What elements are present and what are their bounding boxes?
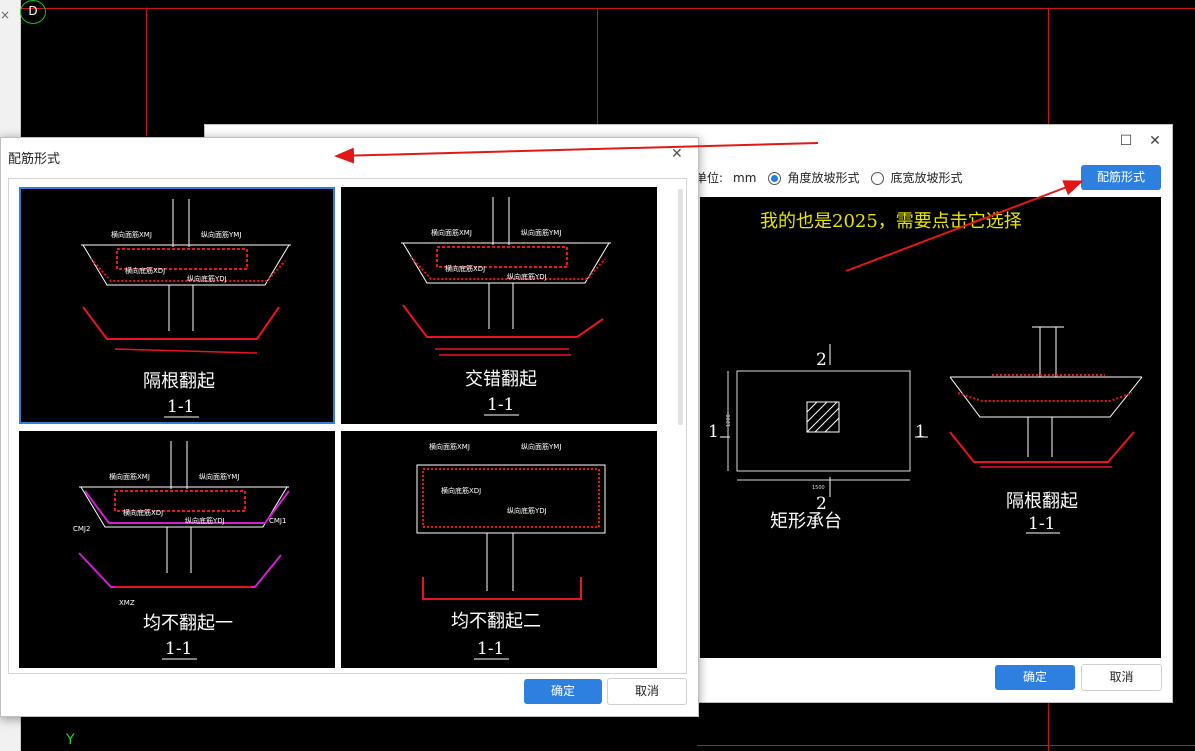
option-drawing: 横向面筋XMJ 纵向面筋YMJ 横向底筋XDJ 纵向底筋YDJ CMJ1 CMJ… [73,441,290,660]
label-cmj2: CMJ2 [73,525,90,533]
option-code: 1-1 [477,639,504,659]
option-tile-1[interactable]: 横向面筋XMJ 纵向面筋YMJ 横向底筋XDJ 纵向底筋YDJ 隔根翻起 1-1 [19,187,335,424]
radio-angle-label[interactable]: 角度放坡形式 [787,169,859,187]
annotation-note: 我的也是2025，需要点击它选择 [760,211,1022,232]
option-name: 均不翻起一 [143,613,233,634]
cap-section-outline [949,376,1143,418]
column-hatch [806,401,840,433]
option-tile-4[interactable]: 横向面筋XMJ 纵向面筋YMJ 横向底筋XDJ 纵向底筋YDJ 均不翻起二 1-… [341,431,657,668]
label-bottom-transverse: 横向底筋XDJ [441,486,481,495]
option-name: 均不翻起二 [451,611,541,632]
cad-grid-line [20,8,1195,9]
close-icon[interactable]: ✕ [1145,133,1165,151]
cad-grid-line [1048,8,1049,124]
axis-marker: D [20,0,46,24]
label-top-transverse: 横向面筋XMJ [431,228,472,237]
label-bottom-longitudinal: 纵向底筋YDJ [507,506,547,515]
preview-canvas: 我的也是2025，需要点击它选择 2 2 1 1 1500 1200 矩形承台 [700,197,1161,658]
rebar-option-grid: 横向面筋XMJ 纵向面筋YMJ 横向底筋XDJ 纵向底筋YDJ 隔根翻起 1-1 [8,178,687,674]
dimension-value: 1200 [726,414,732,427]
label-top-longitudinal: 纵向面筋YMJ [521,442,561,451]
rebar-form-button[interactable]: 配筋形式 [1081,165,1161,190]
cad-grid-line [146,8,147,136]
preview-drawing: 2 2 1 1 1500 1200 矩形承台 隔根翻起 1-1 [708,326,1143,534]
marker-1-left: 1 [708,422,719,442]
label-top-longitudinal: 纵向面筋YMJ [201,230,241,239]
option-tile-2[interactable]: 横向面筋XMJ 纵向面筋YMJ 横向底筋XDJ 纵向底筋YDJ 交错翻起 1-1 [341,187,657,424]
cancel-button[interactable]: 取消 [1081,664,1162,691]
cancel-button[interactable]: 取消 [607,678,687,705]
label-bottom-longitudinal: 纵向底筋YDJ [185,516,225,525]
label-top-longitudinal: 纵向面筋YMJ [199,472,239,481]
close-icon[interactable]: × [0,8,10,22]
close-icon[interactable]: ✕ [671,146,683,162]
bottom-rebar [957,392,1133,402]
option-code: 1-1 [167,397,194,417]
option-drawing: 横向面筋XMJ 纵向面筋YMJ 横向底筋XDJ 纵向底筋YDJ 均不翻起二 1-… [416,442,606,660]
dimension-value: 1500 [812,485,825,491]
ok-button[interactable]: 确定 [524,679,602,704]
label-bottom-transverse: 横向底筋XDJ [123,508,163,517]
scrollbar[interactable] [678,189,683,425]
label-top-transverse: 横向面筋XMJ [429,442,470,451]
rebar-form-dialog: 配筋形式 ✕ 横向面筋XMJ 纵向面筋YMJ 横向底筋XDJ 纵向底筋YDJ 隔… [0,137,699,717]
dialog-title: 配筋形式 [8,152,61,167]
section-code: 1-1 [1028,514,1055,534]
radio-width-label[interactable]: 底宽放坡形式 [890,169,962,187]
label-top-transverse: 横向面筋XMJ [109,472,150,481]
y-axis-label: Y [66,732,75,748]
cad-grid-line [1048,701,1049,751]
cap-plan-outline [736,370,911,472]
option-drawing: 横向面筋XMJ 纵向面筋YMJ 横向底筋XDJ 纵向底筋YDJ 交错翻起 1-1 [401,197,611,416]
bottom-rebar-bent [949,431,1135,463]
unit-options: 单位: mm 角度放坡形式 底宽放坡形式 [695,169,962,187]
maximize-icon[interactable]: ☐ [1116,133,1136,151]
label-bottom-longitudinal: 纵向底筋YDJ [187,274,227,283]
unit-label: 单位: [695,171,724,185]
radio-angle[interactable] [768,171,782,185]
section-label: 隔根翻起 [1006,491,1078,512]
label-bottom-transverse: 横向底筋XDJ [125,266,165,275]
marker-1-right: 1 [915,422,926,442]
option-name: 交错翻起 [465,369,537,390]
label-top-transverse: 横向面筋XMJ [111,230,152,239]
plan-label: 矩形承台 [770,511,842,532]
option-drawing: 横向面筋XMJ 纵向面筋YMJ 横向底筋XDJ 纵向底筋YDJ 隔根翻起 1-1 [81,199,291,418]
option-name: 隔根翻起 [143,371,215,392]
ok-button[interactable]: 确定 [995,665,1075,690]
option-code: 1-1 [165,639,192,659]
radio-width[interactable] [871,171,885,185]
marker-2-top: 2 [816,350,827,370]
label-cmj1: CMJ1 [269,517,286,525]
cad-grid-line [697,745,1195,746]
option-tile-3[interactable]: 横向面筋XMJ 纵向面筋YMJ 横向底筋XDJ 纵向底筋YDJ CMJ1 CMJ… [19,431,335,668]
label-bottom-longitudinal: 纵向底筋YDJ [507,272,547,281]
unit-value: mm [733,171,757,185]
option-code: 1-1 [487,395,514,415]
label-bottom-transverse: 横向底筋XDJ [445,264,485,273]
label-top-longitudinal: 纵向面筋YMJ [521,228,561,237]
label-xmz: XMZ [119,599,135,607]
cad-grid-line [597,8,598,124]
